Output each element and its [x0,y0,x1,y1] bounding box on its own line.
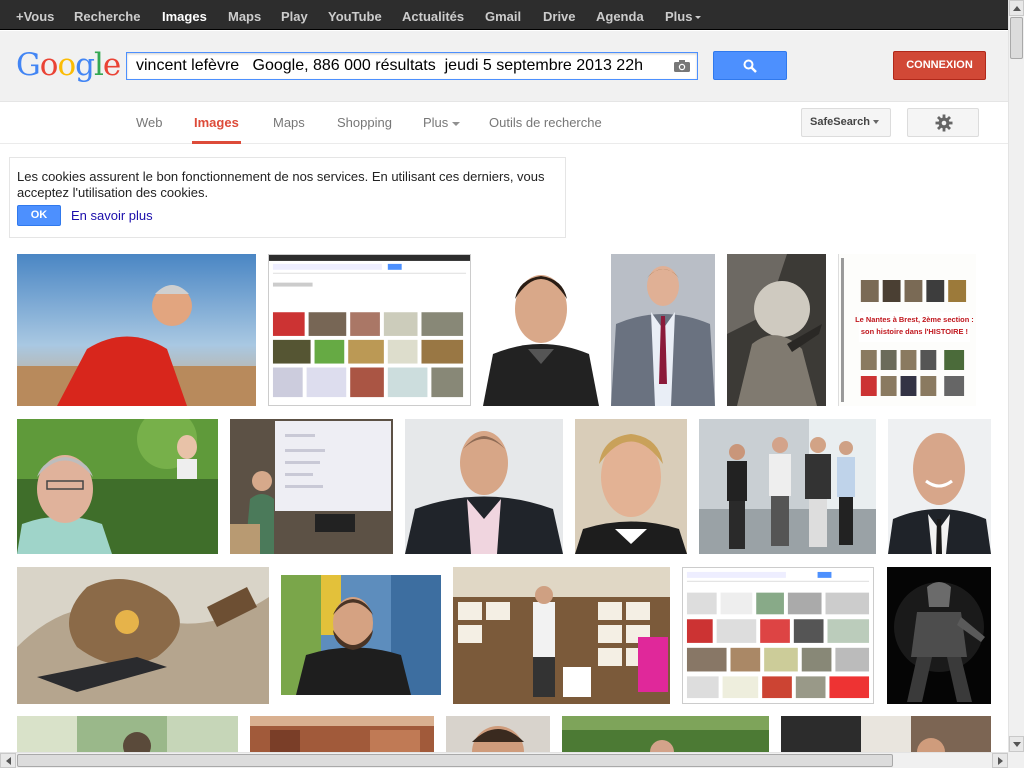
svg-text:son histoire dans l'HISTOIRE !: son histoire dans l'HISTOIRE ! [861,327,968,336]
safesearch-dropdown[interactable]: SafeSearch [801,108,891,137]
image-result[interactable] [453,567,670,704]
cookie-notice: Les cookies assurent le bon fonctionneme… [9,157,566,238]
scroll-left-button[interactable] [0,753,16,768]
image-result[interactable] [17,567,269,704]
safesearch-label: SafeSearch [810,116,870,128]
search-header: Google CONNEXION [0,31,1008,102]
arrow-left-icon [6,757,11,765]
signin-button[interactable]: CONNEXION [893,51,986,80]
scroll-down-button[interactable] [1009,736,1024,752]
logo-letter: o [57,47,76,83]
image-result[interactable] [887,567,991,704]
logo-letter: g [75,47,95,83]
vertical-scrollbar[interactable] [1008,0,1024,752]
svg-text:Le Nantes à Brest, 2ème sectio: Le Nantes à Brest, 2ème section : [855,315,974,324]
image-result[interactable] [611,254,715,406]
image-result[interactable] [562,716,769,752]
logo-letter: G [16,47,41,83]
arrow-right-icon [998,757,1003,765]
image-result[interactable] [483,254,599,406]
image-result[interactable] [405,419,563,554]
search-tabs: Web Images Maps Shopping Plus Outils de … [0,103,1008,144]
topbar-item-plus-vous[interactable]: +Vous [16,0,54,30]
caret-down-icon [452,121,461,126]
magnifier-icon [743,59,757,73]
caret-down-icon [872,120,879,125]
settings-button[interactable] [907,108,979,137]
topbar-item-maps[interactable]: Maps [228,0,261,30]
topbar-item-drive[interactable]: Drive [543,0,576,30]
scrollbar-corner [1008,752,1024,768]
image-result[interactable] [446,716,550,752]
image-result[interactable] [17,419,218,554]
search-input[interactable] [127,53,667,79]
search-button[interactable] [713,51,787,80]
cookie-learn-more-link[interactable]: En savoir plus [71,208,153,223]
topbar-item-gmail[interactable]: Gmail [485,0,521,30]
topbar-item-plus[interactable]: Plus [665,0,702,30]
horizontal-scrollbar[interactable] [0,752,1008,768]
image-result[interactable] [727,254,826,406]
image-result[interactable] [781,716,991,752]
topbar-item-play[interactable]: Play [281,0,308,30]
logo-letter: l [93,47,104,83]
tab-maps[interactable]: Maps [273,103,305,144]
image-result[interactable] [268,254,471,406]
image-result[interactable]: Le Nantes à Brest, 2ème section : son his… [838,254,976,406]
arrow-up-icon [1013,6,1021,11]
topbar-item-agenda[interactable]: Agenda [596,0,644,30]
tab-web[interactable]: Web [136,103,163,144]
scroll-up-button[interactable] [1009,0,1024,16]
image-result[interactable] [888,419,991,554]
image-result[interactable] [281,575,441,695]
tab-shopping[interactable]: Shopping [337,103,392,144]
vertical-scroll-thumb[interactable] [1010,17,1023,59]
cookie-text: Les cookies assurent le bon fonctionneme… [17,169,545,200]
scroll-right-button[interactable] [992,753,1008,768]
arrow-down-icon [1013,742,1021,747]
tab-plus[interactable]: Plus [423,103,461,144]
logo-letter: o [39,47,59,83]
image-result[interactable] [250,716,434,752]
topbar-item-recherche[interactable]: Recherche [74,0,140,30]
image-result[interactable] [682,567,874,704]
topbar-item-youtube[interactable]: YouTube [328,0,382,30]
tab-plus-label: Plus [423,115,449,130]
topbar-item-images[interactable]: Images [162,0,207,30]
tab-images[interactable]: Images [192,103,241,144]
image-result[interactable] [17,254,256,406]
topbar-item-actualites[interactable]: Actualités [402,0,464,30]
tab-search-tools[interactable]: Outils de recherche [489,103,602,144]
image-result[interactable] [575,419,687,554]
google-bar: +Vous Recherche Images Maps Play YouTube… [0,0,1008,30]
image-result[interactable] [17,716,238,752]
horizontal-scroll-thumb[interactable] [17,754,893,767]
logo-letter: e [102,47,121,83]
cookie-ok-button[interactable]: OK [17,205,61,226]
camera-icon[interactable] [673,59,691,73]
topbar-plus-label: Plus [665,9,693,24]
image-result[interactable] [699,419,876,554]
gear-icon [935,114,953,132]
google-logo[interactable]: Google [16,45,121,85]
caret-down-icon [695,16,702,20]
search-box [126,52,698,80]
image-result[interactable] [230,419,393,554]
